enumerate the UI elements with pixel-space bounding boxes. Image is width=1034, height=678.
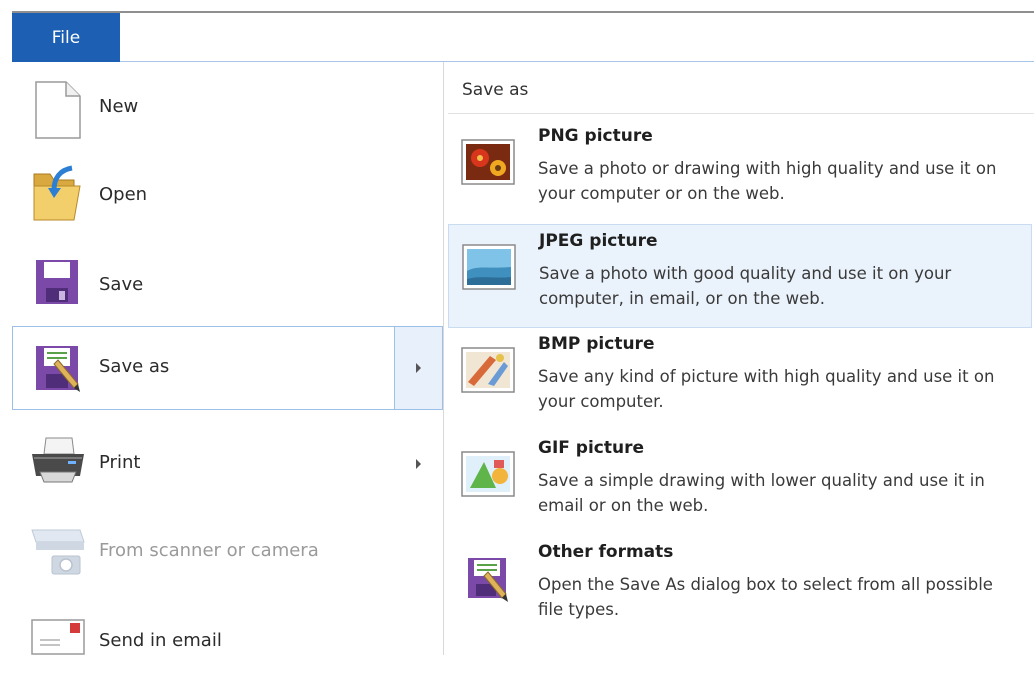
printer-icon: [28, 432, 88, 492]
open-folder-icon: [28, 164, 88, 224]
other-formats-icon: [460, 550, 516, 606]
menu-item-print[interactable]: Print: [12, 414, 443, 502]
menu-item-from-scanner-or-camera: From scanner or camera: [12, 502, 443, 590]
new-document-icon: [28, 80, 88, 140]
scanner-camera-icon: [28, 518, 88, 578]
menu-item-open[interactable]: Open: [12, 150, 443, 238]
save-as-icon: [28, 338, 88, 398]
format-description: Save a photo with good quality and use i…: [539, 264, 952, 308]
format-option-jpeg[interactable]: JPEG picture Save a photo with good qual…: [448, 224, 1032, 328]
format-name: BMP picture: [538, 334, 655, 354]
format-option-bmp[interactable]: BMP picture Save any kind of picture wit…: [448, 328, 1032, 432]
file-tab[interactable]: File: [12, 13, 120, 62]
window-top-edge: [0, 0, 1034, 13]
format-name: GIF picture: [538, 438, 645, 458]
email-icon: [28, 612, 88, 672]
png-picture-icon: [460, 134, 516, 190]
file-menu-commands: New Open Save Save as Print From scanner…: [12, 62, 443, 655]
format-name: JPEG picture: [539, 231, 658, 251]
menu-item-label: Open: [99, 184, 148, 205]
format-name: PNG picture: [538, 126, 653, 146]
menu-item-new[interactable]: New: [12, 62, 443, 150]
format-option-gif[interactable]: GIF picture Save a simple drawing with l…: [448, 432, 1032, 536]
format-option-png[interactable]: PNG picture Save a photo or drawing with…: [448, 120, 1032, 224]
menu-item-label: Send in email: [99, 630, 222, 651]
format-option-other[interactable]: Other formats Open the Save As dialog bo…: [448, 536, 1032, 640]
menu-item-save[interactable]: Save: [12, 238, 443, 326]
menu-item-label: New: [99, 96, 139, 117]
menu-item-label: Save: [99, 274, 144, 295]
gif-picture-icon: [460, 446, 516, 502]
format-description: Open the Save As dialog box to select fr…: [538, 575, 993, 619]
save-floppy-icon: [28, 252, 88, 312]
format-description: Save any kind of picture with high quali…: [538, 367, 995, 411]
menu-item-save-as[interactable]: Save as: [12, 326, 443, 414]
menu-item-label: From scanner or camera: [99, 540, 319, 561]
format-description: Save a simple drawing with lower quality…: [538, 471, 985, 515]
chevron-right-icon: [416, 363, 421, 373]
panel-title: Save as: [462, 80, 529, 100]
chevron-right-icon: [416, 459, 421, 469]
menu-item-label: Print: [99, 452, 141, 473]
ribbon-bar: File: [0, 13, 1034, 62]
save-as-panel: Save as PNG picture Save a photo or draw…: [444, 62, 1034, 655]
format-name: Other formats: [538, 542, 674, 562]
jpeg-picture-icon: [461, 239, 517, 295]
panel-title-divider: [448, 113, 1034, 114]
menu-item-label: Save as: [99, 356, 170, 377]
bmp-picture-icon: [460, 342, 516, 398]
file-menu: New Open Save Save as Print From scanner…: [12, 62, 1034, 655]
menu-item-send-in-email[interactable]: Send in email: [12, 590, 443, 678]
format-description: Save a photo or drawing with high qualit…: [538, 159, 997, 203]
